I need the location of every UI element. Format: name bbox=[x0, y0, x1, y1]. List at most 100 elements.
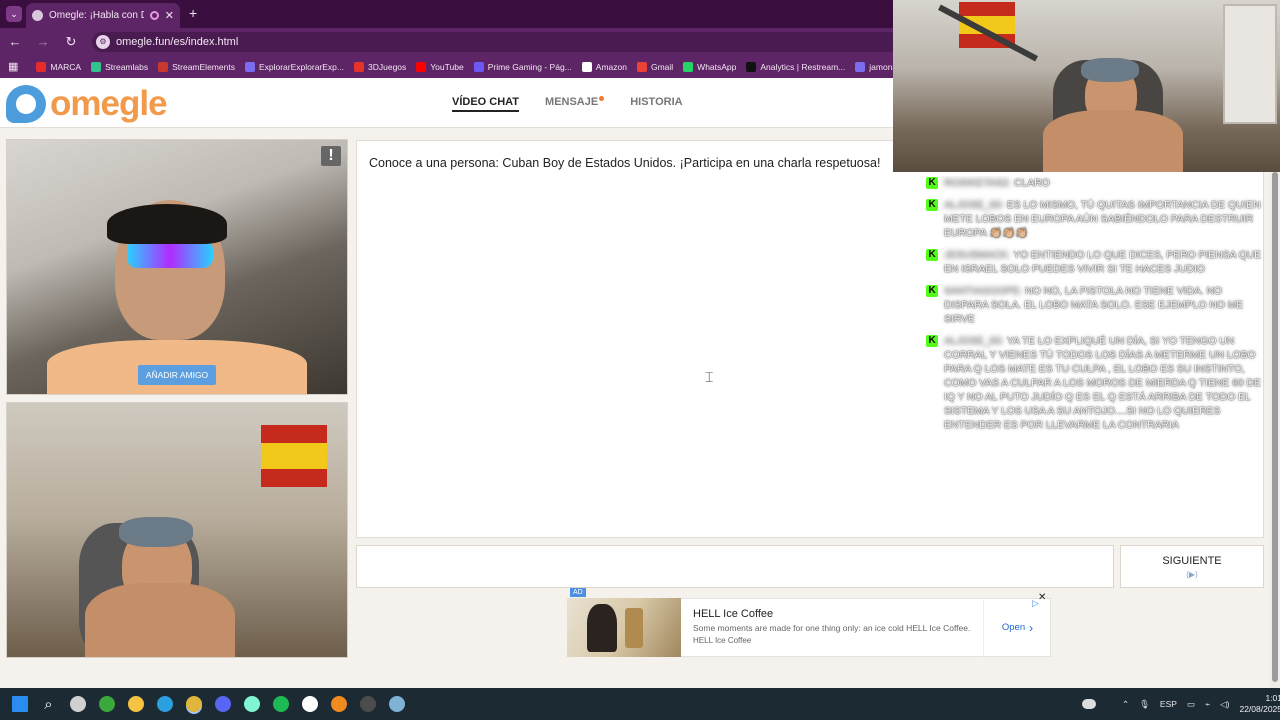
display-icon[interactable]: ▭ bbox=[1187, 699, 1195, 710]
bookmark-1[interactable]: Streamlabs bbox=[91, 61, 149, 72]
nav-history[interactable]: HISTORIA bbox=[630, 96, 682, 112]
forward-icon[interactable]: → bbox=[36, 34, 50, 49]
task-view-icon[interactable] bbox=[69, 696, 86, 712]
bookmark-label: Gmail bbox=[650, 61, 674, 72]
obs-icon[interactable] bbox=[359, 696, 376, 712]
bookmark-label: Prime Gaming - Pág... bbox=[487, 61, 572, 72]
ad-footer: HELL Ice Coffee bbox=[693, 636, 752, 645]
volume-icon[interactable]: ◁) bbox=[1220, 699, 1229, 710]
bookmark-label: MARCA bbox=[50, 61, 82, 72]
logo-text: omegle bbox=[50, 84, 168, 123]
kick-badge-icon: K bbox=[926, 335, 938, 347]
reload-icon[interactable]: ↻ bbox=[64, 34, 78, 50]
bookmark-7[interactable]: Amazon bbox=[581, 61, 627, 72]
system-message: Conoce a una persona: Cuban Boy de Estad… bbox=[369, 156, 881, 170]
bookmark-favicon-icon bbox=[636, 61, 647, 72]
weather-icon[interactable] bbox=[1082, 699, 1096, 709]
page-scrollbar-thumb[interactable] bbox=[1272, 172, 1278, 682]
spotify-icon[interactable] bbox=[272, 696, 289, 712]
bookmark-favicon-icon bbox=[683, 61, 694, 72]
next-button[interactable]: SIGUIENTE (▶) bbox=[1120, 545, 1264, 588]
ad-title[interactable]: HELL Ice Coffee bbox=[693, 608, 773, 620]
stream-chat-message: K ALJOSE_00: YA TE LO EXPLIQUÉ UN DÍA, SI … bbox=[926, 334, 1268, 432]
bookmark-label: Streamlabs bbox=[105, 61, 149, 72]
bookmark-favicon-icon bbox=[855, 61, 866, 72]
site-info-icon[interactable]: ⚙ bbox=[96, 34, 110, 49]
clock-time: 1:01 bbox=[1265, 693, 1280, 703]
bookmark-0[interactable]: MARCA bbox=[36, 61, 82, 72]
bookmark-favicon-icon bbox=[473, 61, 484, 72]
bookmark-3[interactable]: ExplorarExplorarExp... bbox=[244, 61, 344, 72]
omegle-favicon-icon bbox=[32, 10, 43, 21]
language-indicator[interactable]: ESP bbox=[1160, 699, 1177, 709]
streamer-webcam bbox=[893, 0, 1280, 172]
message-input[interactable] bbox=[356, 545, 1114, 588]
next-button-label: SIGUIENTE bbox=[1162, 555, 1222, 567]
stream-chat-text: YA TE LO EXPLIQUÉ UN DÍA, SI YO TENGO UN… bbox=[944, 335, 1261, 431]
add-friend-button[interactable]: AÑADIR AMIGO bbox=[138, 365, 216, 385]
fl-studio-icon[interactable] bbox=[330, 696, 347, 712]
new-tab-icon[interactable]: + bbox=[189, 5, 197, 21]
ad-open-button[interactable]: Open › bbox=[983, 598, 1051, 657]
search-icon[interactable]: ⌕ bbox=[41, 696, 57, 713]
ad-label: AD bbox=[570, 588, 586, 597]
bookmark-5[interactable]: YouTube bbox=[416, 61, 464, 72]
capcut-icon[interactable] bbox=[301, 696, 318, 712]
bookmark-label: Analytics | Restream... bbox=[760, 61, 846, 72]
bookmark-4[interactable]: 3DJuegos bbox=[354, 61, 406, 72]
bookmark-label: WhatsApp bbox=[697, 61, 737, 72]
windows-start-icon[interactable] bbox=[11, 696, 28, 712]
close-tab-icon[interactable]: ✕ bbox=[165, 9, 174, 22]
bookmark-8[interactable]: Gmail bbox=[636, 61, 674, 72]
tab-search-icon[interactable]: ⌄ bbox=[6, 6, 22, 22]
ad-choices-icon[interactable]: ▷ bbox=[1032, 598, 1039, 609]
stream-chat-body: ALJOSE_00: ES LO MISMO, TÚ QUITAS IMPORTA… bbox=[944, 198, 1268, 240]
nav-message[interactable]: MENSAJE bbox=[545, 96, 605, 112]
notification-dot-icon bbox=[599, 96, 605, 101]
webcam-shelf bbox=[1223, 4, 1277, 124]
steam-icon[interactable] bbox=[388, 696, 405, 712]
network-icon[interactable]: ⌁ bbox=[1205, 699, 1210, 710]
browser-tab-omegle[interactable]: Omegle: ¡Habla con Desco ✕ bbox=[26, 3, 180, 28]
kick-badge-icon: K bbox=[926, 249, 938, 261]
ad-image[interactable] bbox=[567, 598, 681, 657]
omegle-logo[interactable]: omegle bbox=[6, 84, 168, 124]
bookmark-favicon-icon bbox=[581, 61, 592, 72]
stream-chat-message: K SANTIAGOOPE: NO NO, LA PISTOLA NO TIENE … bbox=[926, 284, 1268, 326]
kick-badge-icon: K bbox=[926, 199, 938, 211]
ad-close-icon[interactable]: ✕ bbox=[1038, 592, 1046, 603]
nav-video-chat[interactable]: VÍDEO CHAT bbox=[452, 96, 520, 112]
tray-overflow-icon[interactable]: ⌃ bbox=[1122, 699, 1129, 710]
stream-chat-text: CLARO bbox=[1013, 177, 1050, 189]
stream-chat-username: JESUSMACK: bbox=[944, 249, 1011, 261]
bookmark-9[interactable]: WhatsApp bbox=[683, 61, 737, 72]
discord-icon[interactable] bbox=[214, 696, 231, 712]
sunglasses-shape bbox=[127, 240, 213, 268]
recording-indicator-icon bbox=[149, 11, 159, 20]
stranger-video bbox=[6, 139, 348, 395]
xbox-icon[interactable] bbox=[98, 696, 115, 712]
site-nav: VÍDEO CHAT MENSAJE HISTORIA bbox=[452, 96, 683, 112]
bookmark-label: StreamElements bbox=[172, 61, 235, 72]
streamlabs-icon[interactable] bbox=[243, 696, 260, 712]
bookmark-2[interactable]: StreamElements bbox=[158, 61, 235, 72]
stream-chat-message: K ALJOSE_00: ES LO MISMO, TÚ QUITAS IMPORT… bbox=[926, 198, 1268, 240]
bookmark-6[interactable]: Prime Gaming - Pág... bbox=[473, 61, 572, 72]
clock[interactable]: 1:01 22/08/2025 bbox=[1239, 693, 1280, 715]
kick-badge-icon: K bbox=[926, 285, 938, 297]
microphone-icon[interactable]: 🎙 bbox=[1139, 699, 1150, 710]
stream-chat-overlay: K ROSIKETAS2: CLARO K ALJOSE_00: ES LO MISMO,… bbox=[926, 176, 1268, 440]
file-explorer-icon[interactable] bbox=[127, 696, 144, 712]
address-bar[interactable]: ⚙ omegle.fun/es/index.html bbox=[92, 31, 922, 52]
tab-title: Omegle: ¡Habla con Desco bbox=[49, 10, 144, 21]
bookmark-favicon-icon bbox=[416, 61, 427, 72]
bookmark-10[interactable]: Analytics | Restream... bbox=[746, 61, 846, 72]
apps-grid-icon[interactable]: ▦ bbox=[8, 60, 18, 73]
edge-icon[interactable] bbox=[156, 696, 173, 712]
stream-chat-body: ROSIKETAS2: CLARO bbox=[944, 176, 1050, 190]
chrome-icon[interactable] bbox=[185, 696, 202, 712]
url-text: omegle.fun/es/index.html bbox=[116, 35, 239, 48]
back-icon[interactable]: ← bbox=[8, 34, 22, 49]
stream-chat-body: ALJOSE_00: YA TE LO EXPLIQUÉ UN DÍA, SI Y… bbox=[944, 334, 1268, 432]
report-button[interactable]: ! bbox=[321, 146, 341, 166]
